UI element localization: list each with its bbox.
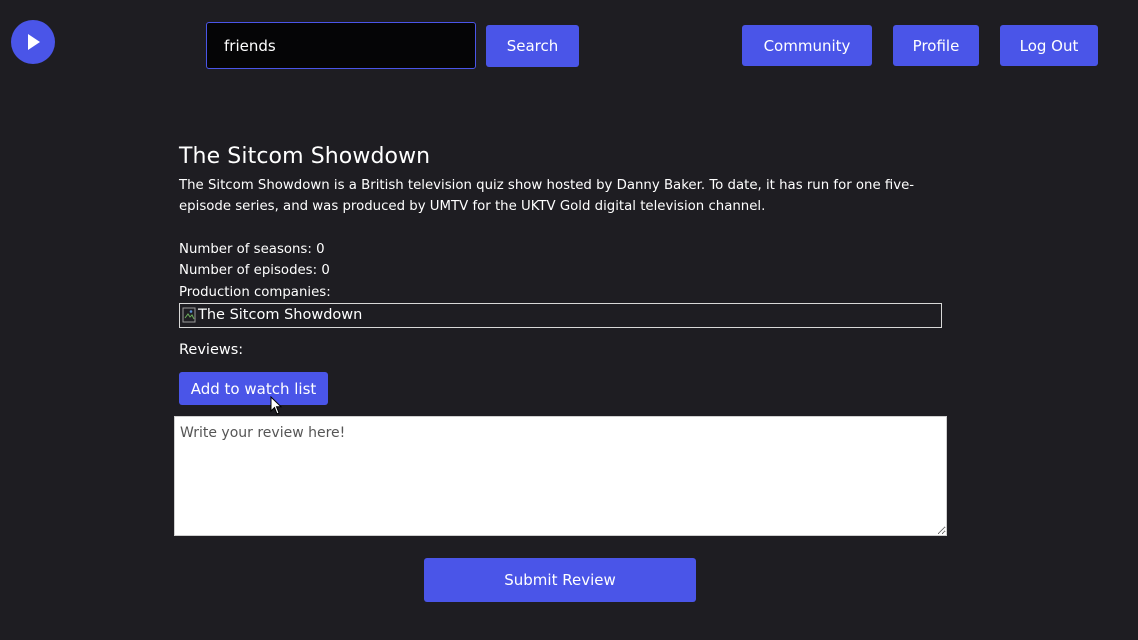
show-description: The Sitcom Showdown is a British televis… bbox=[179, 178, 915, 214]
reviews-label: Reviews: bbox=[179, 341, 244, 358]
logout-button[interactable]: Log Out bbox=[1000, 25, 1098, 66]
show-title: The Sitcom Showdown bbox=[179, 144, 431, 169]
profile-button[interactable]: Profile bbox=[893, 25, 979, 66]
search-button[interactable]: Search bbox=[486, 25, 579, 67]
seasons-count: Number of seasons: 0 bbox=[179, 242, 325, 257]
logo-play-button[interactable] bbox=[11, 20, 55, 64]
show-details: The Sitcom Showdown The Sitcom Showdown … bbox=[179, 142, 949, 360]
submit-review-button[interactable]: Submit Review bbox=[424, 558, 696, 602]
broken-image-icon bbox=[182, 307, 196, 323]
add-to-watch-list-button[interactable]: Add to watch list bbox=[179, 372, 328, 405]
search-input[interactable] bbox=[206, 22, 476, 69]
play-icon bbox=[28, 34, 40, 50]
review-textarea[interactable] bbox=[174, 416, 947, 536]
production-companies-label: Production companies: bbox=[179, 284, 331, 300]
production-company-image-alt: The Sitcom Showdown bbox=[198, 307, 363, 324]
production-company-image: The Sitcom Showdown bbox=[179, 302, 942, 328]
episodes-count: Number of episodes: 0 bbox=[179, 263, 330, 279]
community-button[interactable]: Community bbox=[742, 25, 872, 66]
